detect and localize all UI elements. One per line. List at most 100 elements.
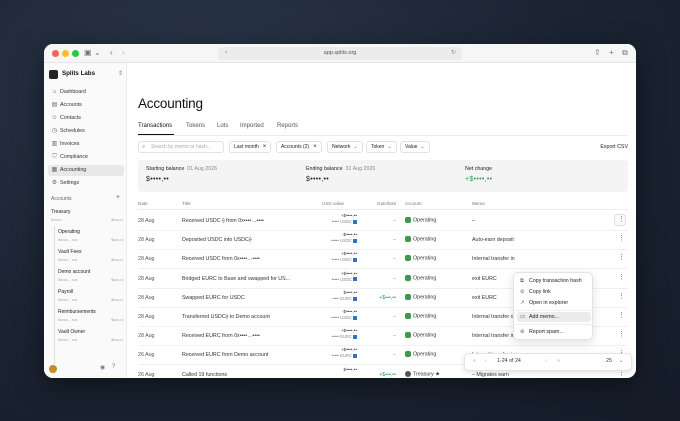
help-icon[interactable]: ?: [112, 364, 115, 370]
sidebar-item-contacts[interactable]: ☺ Contacts: [48, 113, 124, 124]
sidebar-item-accounts[interactable]: ▤ Accounts: [48, 100, 124, 111]
row-memo[interactable]: Internal transfer in: [472, 256, 515, 262]
account-badge-icon: [405, 332, 411, 339]
row-memo[interactable]: exit EURC: [472, 295, 497, 301]
menu-item-copy-hash[interactable]: ⧉ Copy transaction hash: [517, 276, 591, 286]
next-page-icon[interactable]: ›: [545, 358, 547, 364]
filter-label: Value: [405, 144, 418, 150]
filter-period[interactable]: Last month ×: [229, 141, 272, 153]
row-memo[interactable]: – Migrates earn: [472, 372, 509, 378]
more-icon[interactable]: ⋮: [618, 235, 625, 242]
last-page-icon[interactable]: »: [557, 358, 560, 364]
reload-icon[interactable]: ↻: [451, 47, 456, 60]
avatar[interactable]: [49, 365, 57, 373]
chevron-down-icon[interactable]: ⌄: [94, 48, 101, 58]
summary-label: Net change: [465, 166, 493, 172]
tab-lots[interactable]: Lots: [217, 123, 228, 129]
export-csv-button[interactable]: Export CSV: [600, 141, 628, 153]
table-row[interactable]: 28 Aug Received USDC ⟠ from 0x••••…•••• +$…: [138, 212, 628, 231]
column-header-title[interactable]: Title: [182, 201, 191, 206]
close-window-button[interactable]: [52, 50, 59, 57]
account-name: Operating: [58, 229, 80, 235]
column-header-usd[interactable]: USD value: [322, 201, 344, 206]
table-row[interactable]: 28 Aug Received USDC from 0x••••…•••• +$••…: [138, 250, 628, 270]
search-input[interactable]: ⌕ Search by memo or hash...: [138, 141, 224, 153]
menu-item-copy-link[interactable]: ⊘ Copy link: [517, 287, 591, 297]
sidebar-account-demo[interactable]: Demo account 0x••••…•••• $••••,••: [58, 269, 123, 286]
close-icon[interactable]: ×: [313, 144, 317, 150]
tab-reports[interactable]: Reports: [277, 123, 298, 129]
menu-divider: [514, 310, 592, 311]
row-memo[interactable]: Auto-earn deposit: [472, 237, 514, 243]
row-usd-value: -$••••,•• -••••• USDC: [303, 309, 357, 321]
column-header-account[interactable]: Account: [405, 201, 422, 206]
sidebar-item-dashboard[interactable]: ⌂ Dashboard: [48, 87, 124, 98]
first-page-icon[interactable]: «: [473, 358, 476, 364]
back-icon[interactable]: ‹: [110, 48, 113, 58]
zoom-window-button[interactable]: [72, 50, 79, 57]
net-change: Net change +$••••,••: [465, 166, 492, 183]
menu-item-add-memo[interactable]: ▭ Add memo...: [517, 312, 591, 322]
row-memo[interactable]: –: [472, 218, 475, 224]
menu-item-report-spam[interactable]: ⊛ Report spam...: [517, 327, 591, 337]
new-tab-icon[interactable]: +: [609, 48, 614, 58]
sidebar-account-payroll[interactable]: Payroll 0x••••…•••• $••••,••: [58, 289, 123, 306]
row-memo[interactable]: Internal transfer out: [472, 314, 518, 320]
forward-icon[interactable]: ›: [122, 48, 125, 58]
url-text: app.splits.org: [323, 50, 357, 56]
address-bar[interactable]: ◔ app.splits.org ↻: [218, 47, 462, 60]
token-icon: [353, 315, 357, 320]
row-date: 28 Aug: [138, 314, 155, 320]
sidebar-item-invoices[interactable]: ▥ Invoices: [48, 139, 124, 150]
tab-imported[interactable]: Imported: [240, 123, 264, 129]
org-switcher[interactable]: Splits Labs ⇕: [49, 69, 123, 81]
sidebar-account-vault-fees[interactable]: Vault Fees 0x••••…•••• $••••,••: [58, 249, 123, 266]
close-icon[interactable]: ×: [263, 144, 267, 150]
sidebar-item-settings[interactable]: ⚙ Settings: [48, 178, 124, 189]
add-account-icon[interactable]: +: [116, 194, 120, 201]
tabs-overview-icon[interactable]: ⧉: [622, 48, 628, 58]
tab-transactions[interactable]: Transactions: [138, 123, 172, 129]
more-icon[interactable]: ⋮: [618, 312, 625, 319]
filter-token[interactable]: Token ⌄: [366, 141, 397, 153]
more-icon[interactable]: ⋮: [618, 216, 625, 223]
token-amount: -•••• EURC: [331, 295, 352, 301]
accounts-icon: ▤: [51, 102, 58, 108]
filter-accounts[interactable]: Accounts (2) ×: [276, 141, 322, 153]
row-date: 28 Aug: [138, 294, 155, 301]
column-header-gain[interactable]: Gain/loss: [377, 201, 396, 206]
sidebar-toggle-icon[interactable]: ▣: [84, 48, 92, 58]
prev-page-icon[interactable]: ‹: [485, 358, 487, 364]
column-header-date[interactable]: Date: [138, 201, 148, 206]
sidebar-account-operating[interactable]: Operating 0x••••…•••• $••••,••: [58, 229, 123, 246]
sidebar-item-accounting[interactable]: ▦ Accounting: [48, 165, 124, 176]
more-icon[interactable]: ⋮: [618, 331, 625, 338]
row-memo[interactable]: exit EURC: [472, 276, 497, 282]
page-size-select[interactable]: 25: [606, 358, 612, 364]
filter-network[interactable]: Network ⌄: [327, 141, 363, 153]
minimize-window-button[interactable]: [62, 50, 69, 57]
menu-item-open-explorer[interactable]: ↗ Open in explorer: [517, 298, 591, 308]
sidebar-item-schedules[interactable]: ◷ Schedules: [48, 126, 124, 137]
tab-tokens[interactable]: Tokens: [186, 123, 205, 129]
filter-value[interactable]: Value ⌄: [400, 141, 430, 153]
more-icon[interactable]: ⋮: [618, 274, 625, 281]
sidebar-item-compliance[interactable]: ⛉ Compliance: [48, 152, 124, 163]
share-icon[interactable]: ⇪: [594, 48, 601, 58]
account-tree-line: [54, 226, 55, 364]
eye-icon[interactable]: ◉: [100, 364, 105, 371]
row-account: Treasury ★: [405, 370, 440, 377]
row-memo[interactable]: Internal transfer in: [472, 333, 515, 339]
row-gain-loss: –: [393, 218, 396, 224]
sidebar-account-vault-owner[interactable]: Vault Owner 0x••••…•••• $••••,••: [58, 329, 123, 346]
more-icon[interactable]: ⋮: [618, 254, 625, 261]
sidebar-item-label: Settings: [60, 180, 80, 186]
more-icon[interactable]: ⋮: [618, 293, 625, 300]
pagination: « ‹ 1-24 of 24 › » 25 ⌄: [464, 353, 632, 371]
sidebar-account-treasury[interactable]: Treasury 0x••••… $••••,••: [51, 209, 123, 226]
sidebar-account-reimbursements[interactable]: Reimbursements 0x••••…•••• $••••,••: [58, 309, 123, 326]
token-icon: [353, 277, 357, 282]
column-header-memo[interactable]: Memo: [472, 201, 485, 206]
row-account-name: Operating: [413, 294, 437, 301]
table-row[interactable]: 28 Aug Deposited USDC into USDC⟠ -$••••,••…: [138, 231, 628, 251]
